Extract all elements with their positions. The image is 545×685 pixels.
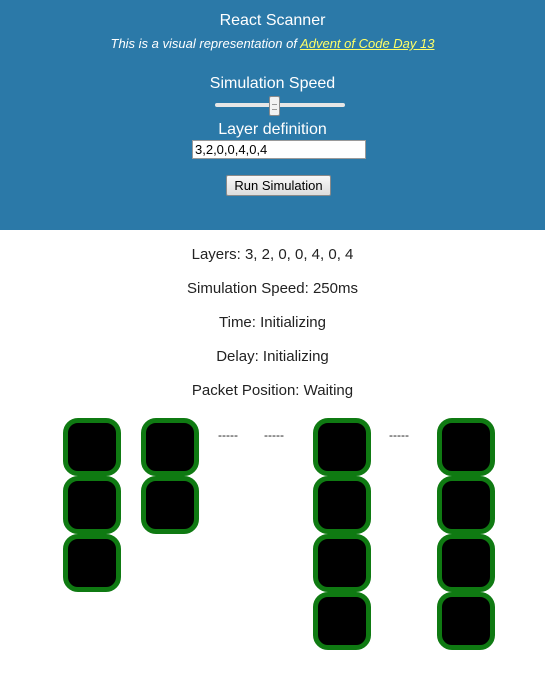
scanner-cell — [313, 418, 371, 476]
scanner-cell — [313, 476, 371, 534]
simulation-speed-label: Simulation Speed — [209, 75, 336, 92]
layer-definition-input[interactable] — [192, 140, 366, 159]
scanner-cell — [313, 534, 371, 592]
scanner-layer-0 — [63, 418, 121, 592]
scanner-cell — [141, 476, 199, 534]
scanner-cell — [63, 476, 121, 534]
subtitle: This is a visual representation of Adven… — [0, 36, 545, 51]
scanner-cell — [141, 418, 199, 476]
simulation-speed-readout: Simulation Speed: 250ms — [187, 280, 358, 297]
delay-readout: Delay: Initializing — [216, 348, 329, 365]
scanner-grid: ----- ----- ----- — [0, 410, 545, 680]
empty-layer-marker: ----- — [264, 428, 284, 442]
scanner-cell — [437, 418, 495, 476]
scanner-layer-4 — [313, 418, 371, 650]
scanner-cell — [437, 476, 495, 534]
time-readout: Time: Initializing — [219, 314, 326, 331]
scanner-cell — [313, 592, 371, 650]
packet-position-readout: Packet Position: Waiting — [191, 382, 354, 399]
speed-slider-track[interactable] — [215, 103, 345, 107]
run-simulation-button[interactable]: Run Simulation — [226, 175, 331, 196]
scanner-layer-6 — [437, 418, 495, 650]
scanner-cell — [437, 592, 495, 650]
app-title: React Scanner — [219, 12, 326, 29]
layer-definition-label: Layer definition — [218, 121, 327, 138]
advent-of-code-link[interactable]: Advent of Code Day 13 — [300, 36, 434, 51]
scanner-cell — [437, 534, 495, 592]
layers-readout: Layers: 3, 2, 0, 0, 4, 0, 4 — [191, 246, 354, 263]
subtitle-text: This is a visual representation of — [110, 36, 301, 51]
scanner-cell — [63, 418, 121, 476]
scanner-layer-1 — [141, 418, 199, 534]
speed-slider-thumb[interactable] — [268, 96, 280, 116]
scanner-cell — [63, 534, 121, 592]
empty-layer-marker: ----- — [218, 428, 238, 442]
header-panel: React Scanner This is a visual represent… — [0, 0, 545, 230]
empty-layer-marker: ----- — [389, 428, 409, 442]
